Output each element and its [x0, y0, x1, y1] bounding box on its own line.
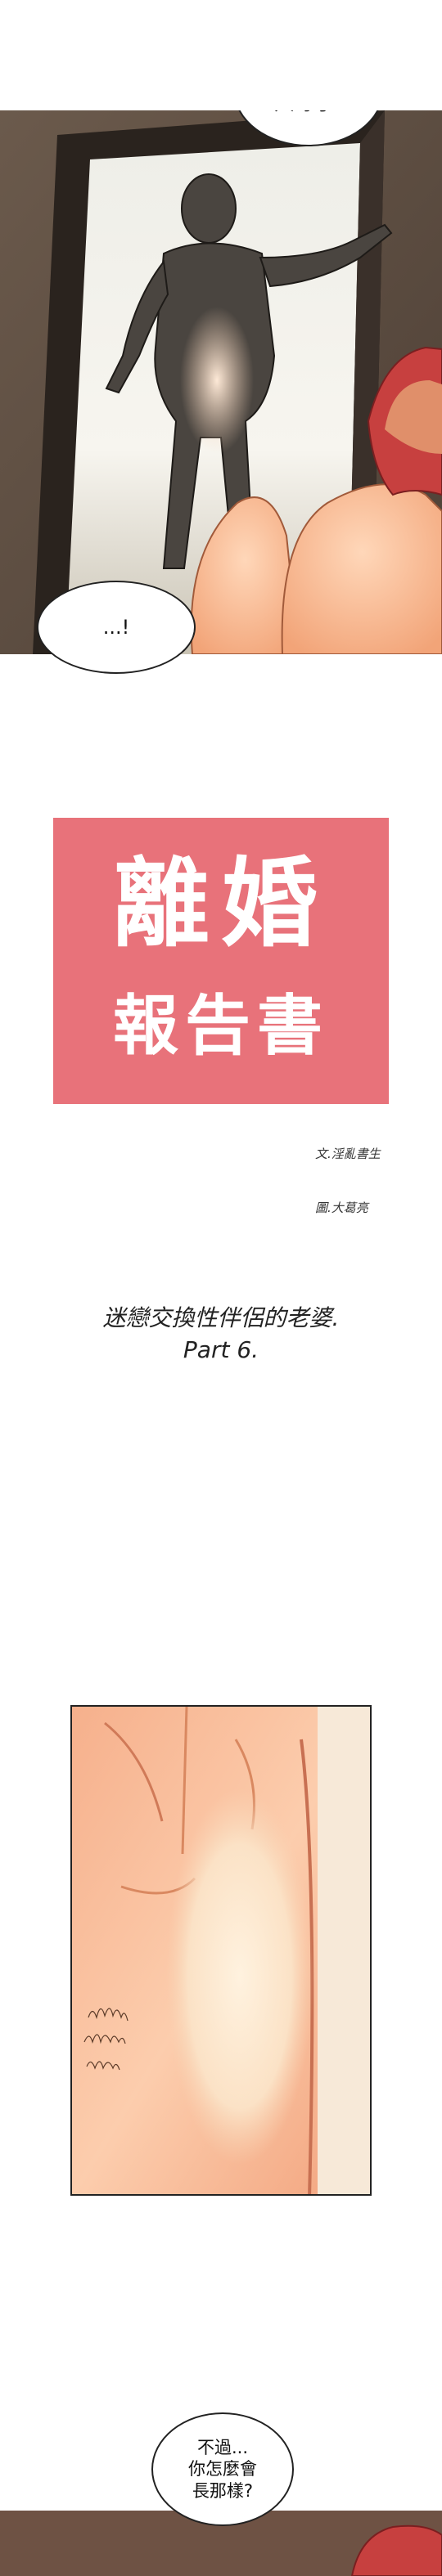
- episode-subtitle: 迷戀交換性伴侶的老婆. Part 6.: [0, 1300, 442, 1363]
- subtitle-line-2: Part 6.: [183, 1336, 259, 1363]
- doorway-illustration: [0, 110, 442, 654]
- title-line-2: 報告書: [113, 988, 329, 1064]
- title-line-1: 離婚: [112, 847, 329, 960]
- credits: 文.淫亂書生 圖.大葛亮: [315, 1109, 381, 1235]
- title-card: 離婚 報告書: [53, 818, 389, 1104]
- panel-torso-closeup: [70, 1705, 372, 2196]
- credit-writer: 文.淫亂書生: [315, 1147, 381, 1161]
- subtitle-line-1: 迷戀交換性伴侶的老婆.: [102, 1304, 340, 1331]
- panel-doorway-scene: 讓你 久等了!: [0, 110, 442, 654]
- speech-bubble-surprise: ...!: [37, 581, 196, 674]
- credit-artist: 圖.大葛亮: [315, 1200, 368, 1215]
- torso-illustration: [72, 1707, 370, 2194]
- speech-bubble-question: 不過... 你怎麼會 長那樣?: [151, 2412, 294, 2526]
